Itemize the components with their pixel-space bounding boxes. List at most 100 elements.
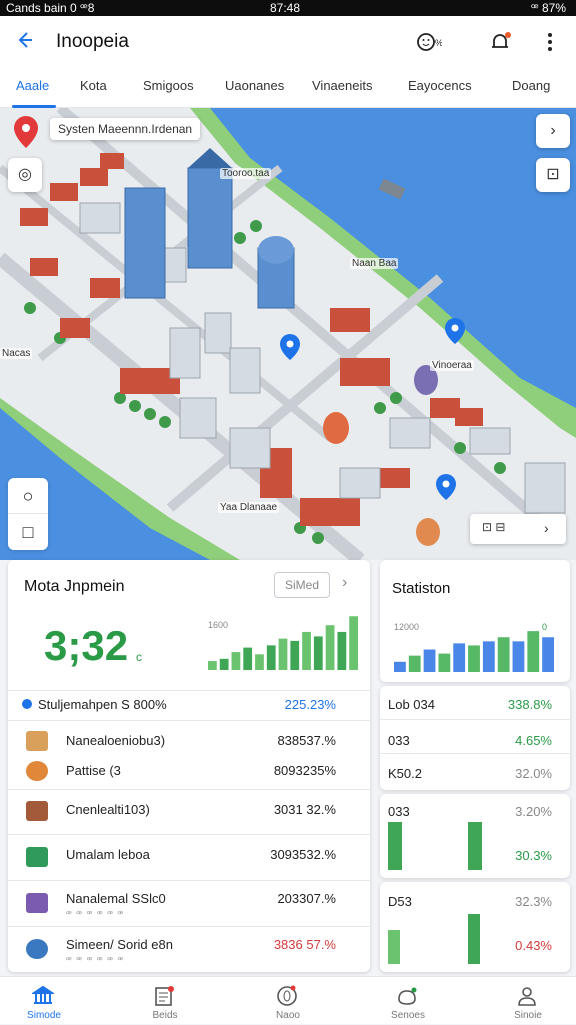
map-label: Naan Baa [350, 258, 399, 269]
back-arrow-icon[interactable] [12, 28, 36, 52]
emoji-icon[interactable]: % [414, 28, 443, 56]
list-item-value: 3093532.% [270, 847, 336, 862]
tab-0[interactable]: Aaale [16, 78, 49, 93]
right-list-card: Lob 034 338.8% 033 4.65% K50.2 32.0% [380, 686, 570, 790]
list-item-value: 8093235% [273, 763, 336, 778]
tab-6[interactable]: Doang [512, 78, 550, 93]
right-list-label: Lob 034 [388, 697, 435, 712]
map-label: Yaa Dlanaae [218, 502, 280, 513]
nav-label: Naoo [276, 1010, 300, 1021]
map-pager[interactable]: ⊡ ⊟ › [470, 514, 566, 544]
nav-label: Simode [27, 1010, 61, 1021]
chevron-right-icon[interactable]: › [342, 574, 347, 592]
list-item[interactable]: Cnenlealti103) 3031 32.% [8, 789, 370, 833]
map-illustration [0, 108, 576, 560]
list-item-label: Nanalemal SSlc0 [66, 891, 166, 906]
chart-bar [219, 658, 229, 670]
tab-5[interactable]: Eayocencs [408, 78, 472, 93]
target-icon: ◎ [18, 166, 32, 183]
status-time: 87:48 [270, 1, 301, 15]
chart-bar [325, 625, 335, 670]
chart-bar [337, 631, 347, 670]
circle-tool-icon[interactable]: ○ [8, 478, 48, 514]
puzzle-icon [26, 761, 48, 781]
chart-bar [468, 645, 480, 672]
map-info-chip[interactable]: Systen Maeennn.Irdenan [50, 118, 201, 140]
chevron-right-icon[interactable]: › [544, 520, 549, 536]
bell-icon[interactable] [486, 28, 514, 56]
tab-2[interactable]: Smigoos [143, 78, 194, 93]
map-recenter-button[interactable]: ◎ [8, 158, 42, 192]
chart-bar [482, 641, 495, 672]
right-list-row[interactable]: 033 4.65% [380, 720, 570, 754]
cash-icon [26, 847, 48, 867]
tab-1[interactable]: Kota [80, 78, 107, 93]
summary-row[interactable]: Stuljemahpen S 800% 225.23% [8, 690, 370, 718]
nav-item-services[interactable]: Senoes [358, 977, 458, 1025]
select-button[interactable]: SiMed [274, 572, 330, 598]
package-icon [26, 801, 48, 821]
nav-label: Senoes [391, 1010, 425, 1021]
list-item[interactable]: Nanalemal SSlc0 ꟹ ꟹ ꟹ ꟹ ꟹ ꟹ 203307.% [8, 880, 370, 926]
summary-value: 225.23% [284, 697, 336, 712]
chart-bar [313, 636, 323, 670]
list-item[interactable]: Umalam leboa 3093532.% [8, 834, 370, 880]
nav-item-profile[interactable]: Sinoie [478, 977, 576, 1025]
right-mini-card[interactable]: D53 32.3% 0.43% [380, 882, 570, 972]
nav-item-home[interactable]: Simode [0, 977, 94, 1025]
mini-bar [468, 822, 482, 870]
nav-item-explore[interactable]: Naoo [238, 977, 338, 1025]
right-stats-card: Statiston 12000 0 [380, 560, 570, 682]
document-icon [153, 985, 175, 1007]
list-item[interactable]: Nanealoeniobu3) 838537.% Pattise (3 8093… [8, 720, 370, 788]
chevron-right-icon: › [550, 122, 556, 139]
map-label: Nacas [0, 348, 33, 359]
map-expand-button[interactable]: › [536, 114, 570, 148]
list-item[interactable]: Simeen/ Sorid e8n ꟹ ꟹ ꟹ ꟹ ꟹ ꟹ 3836 57.% [8, 926, 370, 972]
right-list-row[interactable]: K50.2 32.0% [380, 754, 570, 790]
right-bar-chart [394, 631, 554, 672]
list-item-label: Pattise (3 [66, 763, 121, 778]
layers-icon: ⊡ [546, 166, 560, 183]
gift-icon [396, 985, 418, 1007]
map-layers-button[interactable]: ⊡ [536, 158, 570, 192]
mini-bar [388, 930, 400, 964]
chart-bar [394, 661, 406, 672]
right-list-value: 338.8% [507, 697, 552, 712]
chart-bar [542, 637, 554, 672]
right-list-row[interactable]: Lob 034 338.8% [380, 686, 570, 720]
chart-bar [453, 643, 466, 672]
tag-icon [26, 893, 48, 913]
bank-icon [30, 985, 56, 1007]
chart-bar [527, 631, 540, 672]
chart-bar [512, 641, 525, 672]
chart-bar [497, 637, 510, 672]
status-bar: Cands bain 0 ꟹ8 87:48 ꟹ 87% [0, 0, 576, 16]
map-pager-icon: ⊡ ⊟ [482, 520, 506, 534]
list-item-value: 838537.% [277, 733, 336, 748]
right-mini-card[interactable]: 033 3.20% 30.3% [380, 794, 570, 878]
chart-bar [290, 640, 300, 670]
map-label: Vinoeraa [430, 360, 474, 371]
map-zoom-controls: ○ □ [8, 478, 48, 550]
tab-3[interactable]: Uaonanes [225, 78, 284, 93]
city-map[interactable]: Systen Maeennn.Irdenan › ⊡ ◎ ○ □ ⊡ ⊟ › T… [0, 108, 576, 560]
right-list-value: 4.65% [515, 733, 552, 748]
chart-bar [408, 655, 421, 672]
info-dot-icon [22, 699, 32, 709]
mini-card-label: D53 [388, 894, 412, 909]
square-tool-icon[interactable]: □ [8, 514, 48, 550]
list-item-label: Nanealoeniobu3) [66, 733, 166, 748]
page-title: Inoopeia [56, 31, 129, 52]
chart-bar [278, 638, 288, 670]
more-vert-icon[interactable] [536, 28, 564, 56]
list-item-value: 203307.% [277, 891, 336, 906]
nav-item-docs[interactable]: Beids [115, 977, 215, 1025]
tab-4[interactable]: Vinaeneits [312, 78, 372, 93]
mini-card-value: 30.3% [515, 848, 552, 863]
nav-label: Sinoie [514, 1010, 542, 1021]
chart-bar [349, 616, 358, 670]
status-left: Cands bain 0 ꟹ8 [6, 1, 95, 15]
right-list-label: K50.2 [388, 766, 422, 781]
mini-card-top-value: 3.20% [515, 804, 552, 819]
